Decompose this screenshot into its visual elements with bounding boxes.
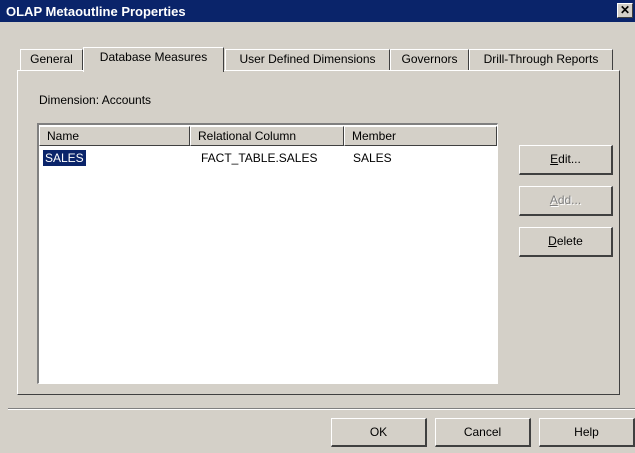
- cell-relational-column[interactable]: FACT_TABLE.SALES: [201, 150, 318, 166]
- delete-label: elete: [556, 234, 583, 248]
- edit-mnemonic: E: [550, 152, 559, 166]
- title-bar[interactable]: OLAP Metaoutline Properties ✕: [0, 0, 635, 22]
- cancel-label: Cancel: [463, 425, 502, 439]
- tab-drill-through-reports[interactable]: Drill-Through Reports: [469, 49, 613, 71]
- tab-user-defined-dimensions-label: User Defined Dimensions: [239, 52, 376, 66]
- column-header-name[interactable]: Name: [39, 126, 190, 146]
- column-header-name-label: Name: [47, 129, 80, 143]
- add-button[interactable]: Add...: [519, 186, 613, 216]
- close-icon: ✕: [619, 3, 631, 17]
- tab-database-measures-label: Database Measures: [99, 50, 208, 64]
- column-header-relational-column[interactable]: Relational Column: [190, 126, 344, 146]
- tab-user-defined-dimensions[interactable]: User Defined Dimensions: [225, 49, 390, 71]
- cell-name[interactable]: SALES: [42, 149, 87, 167]
- tab-general-label: General: [30, 52, 73, 66]
- cell-member[interactable]: SALES: [353, 150, 392, 166]
- column-header-member[interactable]: Member: [344, 126, 497, 146]
- delete-button[interactable]: Delete: [519, 227, 613, 257]
- column-header-relational-column-label: Relational Column: [198, 129, 297, 143]
- window-title: OLAP Metaoutline Properties: [6, 4, 186, 19]
- tab-database-measures[interactable]: Database Measures: [83, 47, 224, 72]
- tab-drill-through-reports-label: Drill-Through Reports: [483, 52, 599, 66]
- dimension-label: Dimension: Accounts: [39, 93, 152, 107]
- delete-mnemonic: D: [548, 234, 557, 248]
- footer-separator: [8, 408, 635, 410]
- edit-label: dit...: [558, 152, 581, 166]
- tab-governors-label: Governors: [401, 52, 458, 66]
- ok-label: OK: [369, 425, 388, 439]
- tab-general[interactable]: General: [20, 49, 83, 71]
- column-header-member-label: Member: [352, 129, 397, 143]
- help-button[interactable]: Help: [539, 418, 635, 447]
- add-mnemonic: A: [549, 193, 558, 207]
- edit-button[interactable]: Edit...: [519, 145, 613, 175]
- add-label: dd...: [557, 193, 582, 207]
- close-button[interactable]: ✕: [617, 3, 633, 18]
- tab-governors[interactable]: Governors: [390, 49, 469, 71]
- measures-list[interactable]: Name Relational Column Member SALES FACT…: [37, 123, 498, 384]
- cancel-button[interactable]: Cancel: [435, 418, 531, 447]
- ok-button[interactable]: OK: [331, 418, 427, 447]
- properties-dialog: OLAP Metaoutline Properties ✕ General Da…: [0, 0, 635, 453]
- help-label: Help: [574, 425, 599, 439]
